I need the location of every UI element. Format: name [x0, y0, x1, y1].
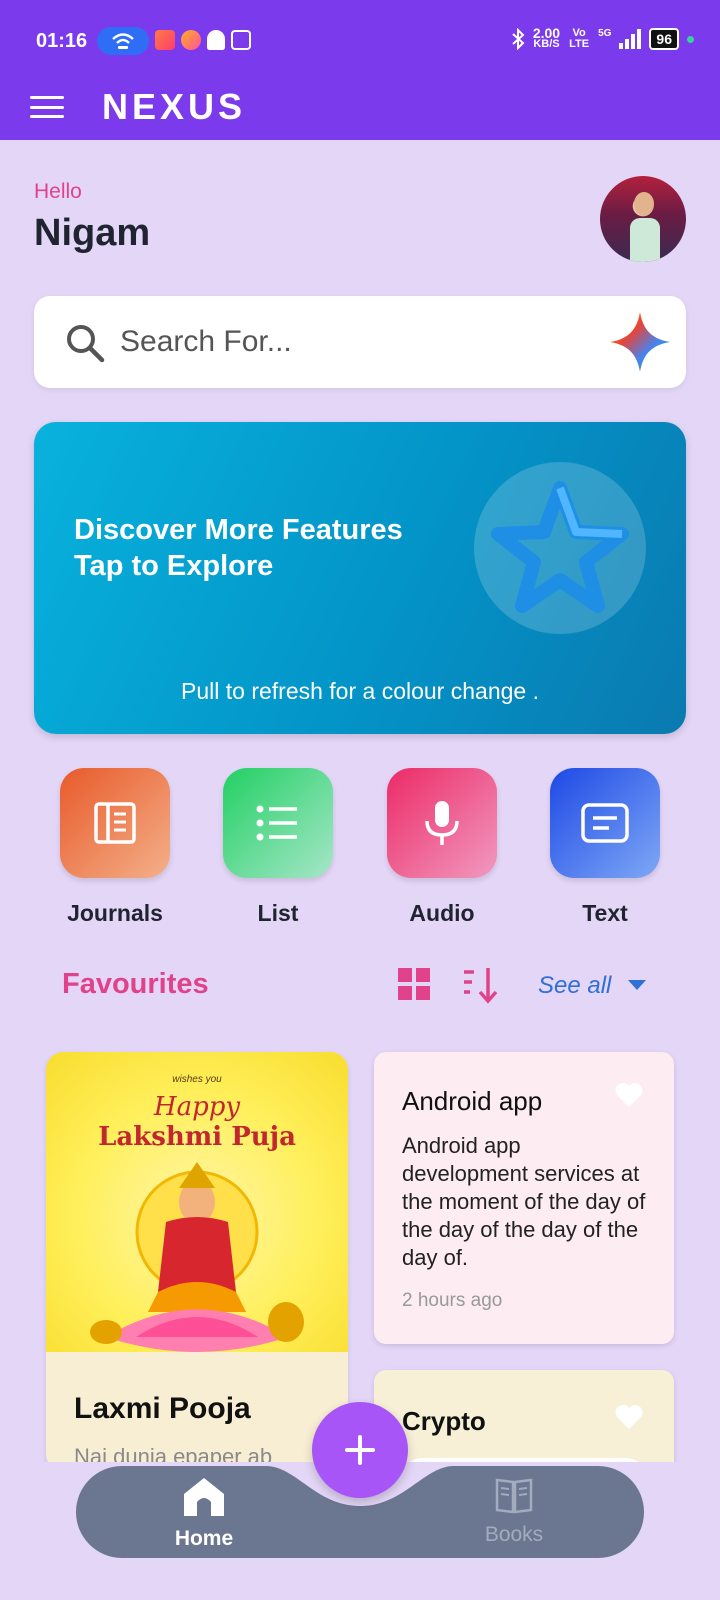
- quick-action-list[interactable]: List: [223, 768, 333, 927]
- status-time: 01:16: [36, 30, 88, 52]
- status-right: 2.00 KB/S Vo LTE 5G 96: [511, 25, 694, 50]
- banner-hint: Pull to refresh for a colour change .: [181, 678, 539, 704]
- nav-home-label: Home: [174, 1527, 234, 1550]
- calendar-icon: [231, 30, 251, 50]
- book-icon: [495, 1478, 533, 1514]
- list-icon: [223, 768, 333, 878]
- bluetooth-icon: [512, 28, 525, 50]
- see-all-link[interactable]: See all: [538, 972, 611, 1000]
- microphone-icon: [387, 768, 497, 878]
- favourites-title: Favourites: [62, 968, 209, 1000]
- quick-action-text[interactable]: Text: [550, 768, 660, 927]
- nav-books-label: Books: [484, 1523, 544, 1546]
- app-bar: 01:16 2.00 KB/S Vo LTE 5G 96 NEXUS: [0, 0, 720, 140]
- privacy-dot-icon: [687, 35, 694, 43]
- quick-action-label: Journals: [67, 900, 163, 926]
- card-title: Laxmi Pooja: [74, 1392, 251, 1425]
- quick-action-audio[interactable]: Audio: [387, 768, 497, 927]
- hotspot-icon: [97, 27, 149, 55]
- user-name: Nigam: [34, 212, 151, 254]
- heart-icon[interactable]: [614, 1082, 644, 1108]
- favourite-card-laxmi-pooja[interactable]: wishes you Happy Lakshmi Puja Laxmi Pooj…: [46, 1052, 348, 1472]
- game-app-icon: [181, 30, 201, 50]
- notification-icons: [155, 30, 251, 50]
- heart-icon[interactable]: [614, 1404, 644, 1430]
- network-speed: 2.00 KB/S: [532, 25, 561, 50]
- gemini-sparkle-icon[interactable]: [608, 310, 672, 374]
- greeting-hello: Hello: [34, 180, 82, 203]
- volte-label: Vo LTE: [569, 27, 590, 50]
- card-title: Crypto: [402, 1406, 486, 1436]
- app-title: NEXUS: [102, 86, 247, 127]
- signal-icon: [619, 29, 642, 49]
- quick-action-journals[interactable]: Journals: [60, 768, 170, 927]
- search-icon[interactable]: [64, 322, 106, 364]
- banner-title: Discover More Features: [74, 514, 403, 546]
- network-type: 5G: [598, 28, 612, 39]
- star-icon: [474, 462, 646, 634]
- caret-down-icon[interactable]: [626, 978, 648, 992]
- nav-home[interactable]: Home: [144, 1476, 264, 1551]
- quick-action-label: List: [257, 900, 299, 926]
- quick-action-label: Audio: [409, 900, 475, 926]
- gallery-app-icon: [155, 30, 175, 50]
- banner-subtitle: Tap to Explore: [74, 550, 274, 582]
- android-icon: [207, 30, 225, 50]
- home-icon: [184, 1478, 224, 1516]
- battery-indicator: 96: [649, 28, 679, 50]
- avatar[interactable]: [600, 176, 686, 262]
- text-note-icon: [550, 768, 660, 878]
- search-bar: [34, 296, 686, 388]
- nav-books[interactable]: Books: [454, 1476, 574, 1547]
- grid-view-icon[interactable]: [398, 968, 430, 1000]
- status-bar: 01:16 2.00 KB/S Vo LTE 5G 96: [0, 18, 720, 66]
- hamburger-menu-icon[interactable]: [30, 96, 64, 118]
- add-button[interactable]: [312, 1402, 408, 1498]
- search-input[interactable]: [120, 318, 590, 366]
- card-body: Android app development services at the …: [402, 1133, 646, 1270]
- sort-icon[interactable]: [460, 964, 500, 1004]
- journal-icon: [60, 768, 170, 878]
- explore-banner[interactable]: Discover More Features Tap to Explore Pu…: [34, 422, 686, 734]
- plus-icon: [345, 1435, 375, 1465]
- favourite-card-android-app[interactable]: Android app Android app development serv…: [374, 1052, 674, 1344]
- lakshmi-puja-image: wishes you Happy Lakshmi Puja: [46, 1052, 348, 1352]
- card-title: Android app: [402, 1086, 543, 1116]
- card-timestamp: 2 hours ago: [402, 1290, 503, 1311]
- quick-action-label: Text: [582, 900, 628, 926]
